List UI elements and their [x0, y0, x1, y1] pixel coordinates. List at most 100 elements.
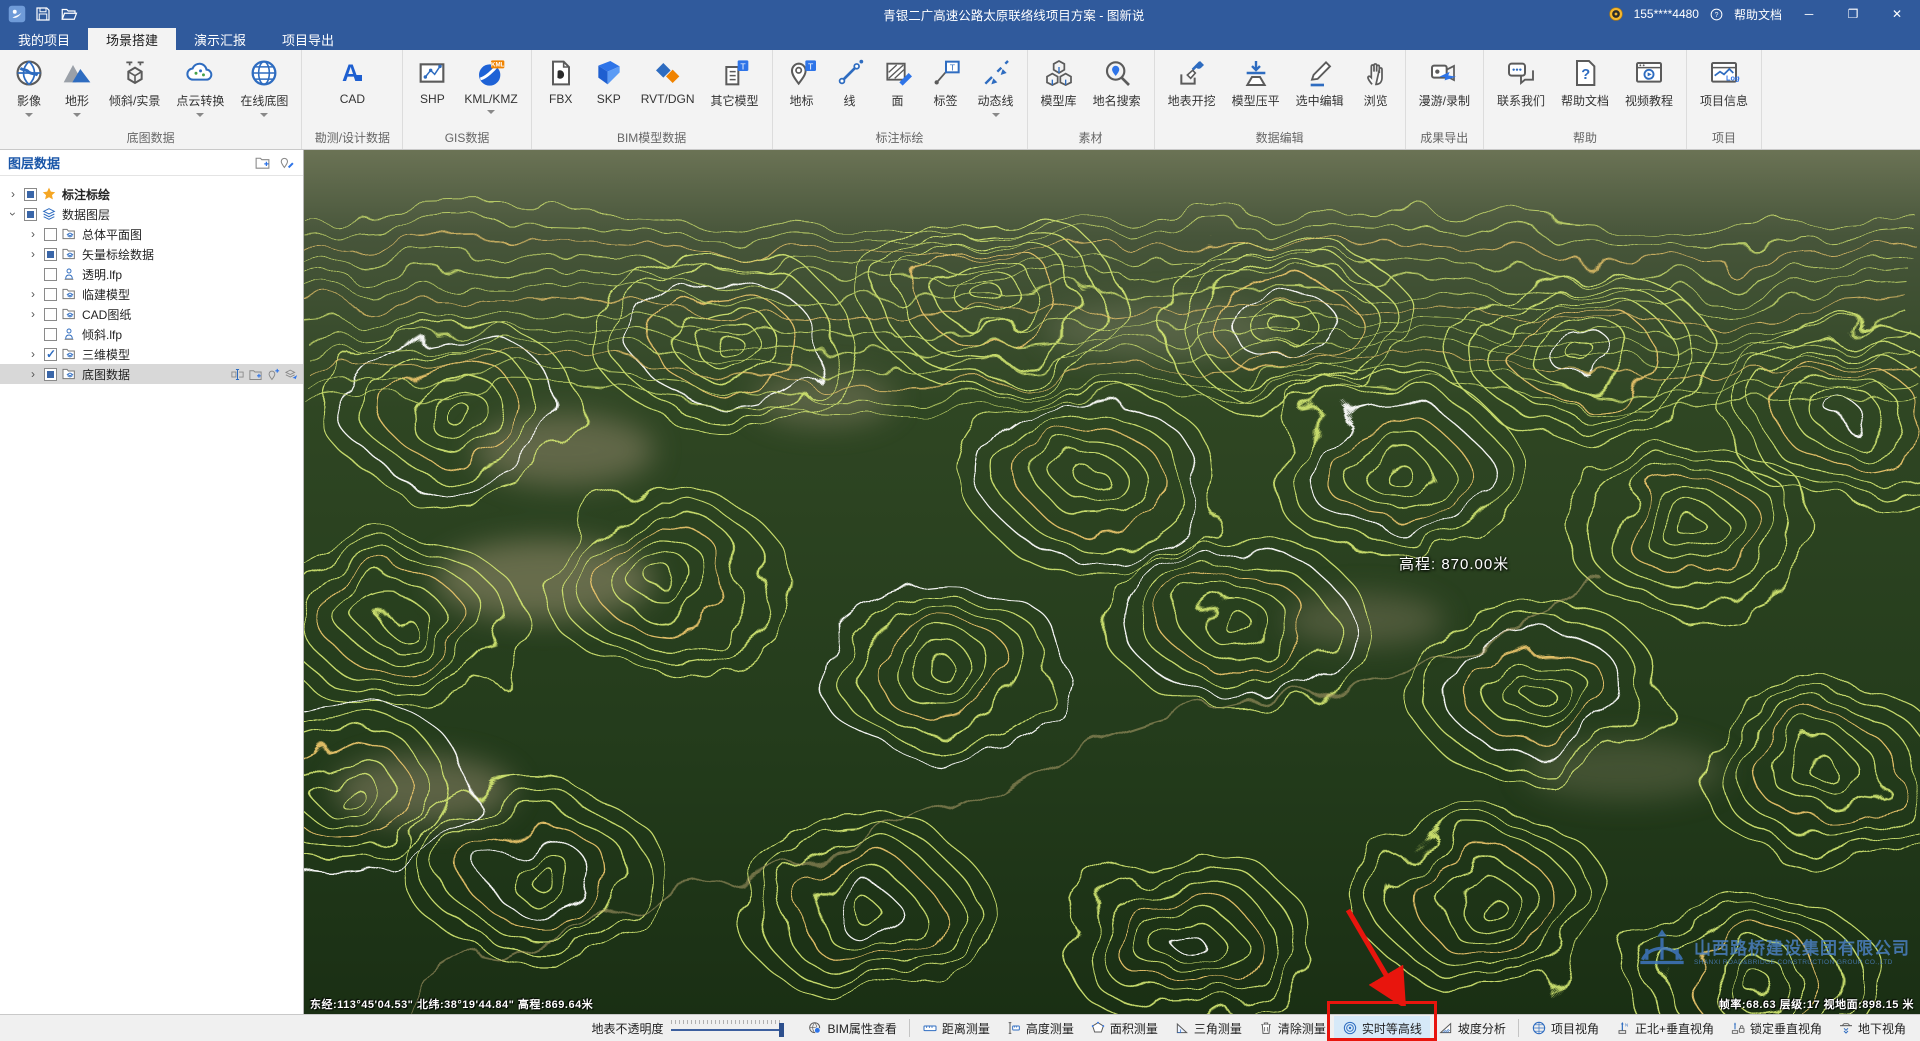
layer-row-annotation-plot[interactable]: ›标注标绘 — [0, 184, 303, 204]
add-folder-icon[interactable] — [254, 154, 271, 171]
help-circle-icon[interactable]: ? — [1709, 7, 1724, 22]
help-doc-icon: ? — [1569, 57, 1601, 89]
select-edit-icon — [1304, 57, 1336, 89]
triangle-measure-button[interactable]: 三角测量 — [1166, 1016, 1250, 1041]
expander-icon[interactable]: › — [26, 307, 40, 321]
ribbon-button-help-doc[interactable]: ?帮助文档 — [1554, 55, 1616, 119]
ribbon-button-line[interactable]: 线 — [827, 55, 873, 119]
lock-vertical-view-button[interactable]: 锁定垂直视角 — [1722, 1016, 1830, 1041]
layer-row-overall-plan[interactable]: ›总体平面图 — [0, 224, 303, 244]
ribbon-button-image[interactable]: 影像 — [6, 55, 52, 119]
tab-project-export[interactable]: 项目导出 — [264, 28, 352, 50]
ribbon-button-rvt-dgn[interactable]: RVT/DGN — [634, 55, 702, 116]
underground-view-button[interactable]: 地下视角 — [1830, 1016, 1914, 1041]
fbx-icon — [545, 57, 577, 89]
surface-opacity-slider[interactable] — [671, 1020, 789, 1036]
close-button[interactable]: ✕ — [1880, 0, 1914, 28]
user-account[interactable]: 155****4480 — [1634, 7, 1699, 21]
add-folder-icon[interactable] — [248, 367, 263, 382]
layer-checkbox[interactable] — [44, 288, 57, 301]
rename-icon[interactable] — [230, 367, 245, 382]
layer-checkbox[interactable] — [44, 228, 57, 241]
layer-checkbox[interactable] — [44, 268, 57, 281]
ribbon-button-contact-us[interactable]: 联系我们 — [1490, 55, 1552, 119]
move-layer-icon[interactable] — [284, 367, 299, 382]
draw-placemark-icon[interactable] — [278, 154, 295, 171]
layer-checkbox[interactable] — [44, 248, 57, 261]
realtime-contour-button[interactable]: 实时等高线 — [1334, 1016, 1430, 1041]
ribbon-button-shp[interactable]: SHP — [409, 55, 455, 116]
layer-checkbox[interactable] — [24, 208, 37, 221]
ribbon-button-label[interactable]: T标签 — [923, 55, 969, 119]
add-placemark-icon[interactable] — [266, 367, 281, 382]
ribbon-button-pointcloud-convert[interactable]: 点云转换 — [169, 55, 231, 119]
ribbon-button-terrain[interactable]: 地形 — [54, 55, 100, 119]
globe-image-icon — [13, 57, 45, 89]
save-icon[interactable] — [34, 5, 52, 23]
layer-checkbox[interactable] — [44, 308, 57, 321]
layer-row-data-layers[interactable]: ›数据图层 — [0, 204, 303, 224]
ribbon-button-oblique-photo[interactable]: 倾斜/实景 — [102, 55, 167, 119]
open-project-icon[interactable] — [60, 5, 78, 23]
layer-row-vector-plot-data[interactable]: ›矢量标绘数据 — [0, 244, 303, 264]
ribbon-button-skp[interactable]: SKP — [586, 55, 632, 116]
layer-checkbox[interactable] — [44, 328, 57, 341]
ribbon-button-fbx[interactable]: FBX — [538, 55, 584, 116]
project-view-button[interactable]: 项目视角 — [1523, 1016, 1607, 1041]
expander-icon[interactable]: › — [26, 347, 40, 361]
layer-row-transparent-lfp[interactable]: 透明.lfp — [0, 264, 303, 284]
ribbon-button-cad[interactable]: ACAD — [329, 55, 375, 116]
area-measure-button[interactable]: 面积测量 — [1082, 1016, 1166, 1041]
clear-measure-icon — [1258, 1020, 1274, 1036]
layer-row-basemap-data[interactable]: ›底图数据 — [0, 364, 303, 384]
ribbon-button-polygon[interactable]: 面 — [875, 55, 921, 119]
star-icon — [41, 186, 57, 202]
ribbon-button-other-model[interactable]: T其它模型 — [704, 55, 766, 119]
slope-analysis-button[interactable]: 坡度分析 — [1430, 1016, 1514, 1041]
distance-measure-button[interactable]: 距离测量 — [914, 1016, 998, 1041]
ribbon-button-video-tutorial[interactable]: 视频教程 — [1618, 55, 1680, 119]
layer-row-cad-drawing[interactable]: ›CAD图纸 — [0, 304, 303, 324]
layer-checkbox[interactable] — [24, 188, 37, 201]
ribbon-button-model-library[interactable]: 模型库 — [1034, 55, 1084, 119]
minimize-button[interactable]: ─ — [1792, 0, 1826, 28]
layer-row-oblique-lfp[interactable]: 倾斜.lfp — [0, 324, 303, 344]
map-viewport[interactable]: 高程: 870.00米 东经:113°45'04.53" 北纬:38°19'44… — [304, 150, 1920, 1014]
tab-my-projects[interactable]: 我的项目 — [0, 28, 88, 50]
ribbon-button-browse[interactable]: 浏览 — [1353, 55, 1399, 119]
help-doc-link[interactable]: 帮助文档 — [1734, 6, 1782, 23]
model-library-icon — [1043, 57, 1075, 89]
label-icon: T — [930, 57, 962, 89]
clear-measure-button[interactable]: 清除测量 — [1250, 1016, 1334, 1041]
layer-row-3d-model[interactable]: ›三维模型 — [0, 344, 303, 364]
expander-icon[interactable]: › — [26, 227, 40, 241]
expander-icon[interactable]: › — [26, 367, 40, 381]
bim-attr-view-button[interactable]: BIM属性查看 — [799, 1016, 904, 1041]
ribbon-button-model-flatten[interactable]: 模型压平 — [1225, 55, 1287, 119]
north-vertical-view-button[interactable]: N正北+垂直视角 — [1607, 1016, 1722, 1041]
tab-presentation[interactable]: 演示汇报 — [176, 28, 264, 50]
ribbon-button-project-info[interactable]: Logo项目信息 — [1693, 55, 1755, 119]
ribbon-button-dynamic-line[interactable]: 动态线 — [971, 55, 1021, 119]
place-search-icon — [1101, 57, 1133, 89]
layer-checkbox[interactable] — [44, 348, 57, 361]
expander-icon[interactable]: › — [26, 287, 40, 301]
expander-icon[interactable]: › — [6, 187, 20, 201]
expander-icon[interactable]: › — [26, 247, 40, 261]
ribbon-group-label: 成果导出 — [1406, 128, 1483, 149]
maximize-button[interactable]: ❐ — [1836, 0, 1870, 28]
ribbon-button-placemark[interactable]: T地标 — [779, 55, 825, 119]
vip-coin-icon[interactable] — [1608, 6, 1624, 22]
layer-checkbox[interactable] — [44, 368, 57, 381]
height-measure-button[interactable]: 高度测量 — [998, 1016, 1082, 1041]
ribbon-button-place-search[interactable]: 地名搜索 — [1086, 55, 1148, 119]
layer-row-temp-model[interactable]: ›临建模型 — [0, 284, 303, 304]
slider-handle[interactable] — [779, 1023, 784, 1037]
ribbon-button-online-basemap[interactable]: 在线底图 — [233, 55, 295, 119]
ribbon-button-kml-kmz[interactable]: KMLKML/KMZ — [457, 55, 524, 116]
ribbon-button-roam-record[interactable]: 漫游/录制 — [1412, 55, 1477, 119]
expander-icon[interactable]: › — [6, 207, 20, 221]
ribbon-button-select-edit[interactable]: 选中编辑 — [1289, 55, 1351, 119]
tab-scene-build[interactable]: 场景搭建 — [88, 28, 176, 50]
ribbon-button-surface-dig[interactable]: 地表开挖 — [1161, 55, 1223, 119]
